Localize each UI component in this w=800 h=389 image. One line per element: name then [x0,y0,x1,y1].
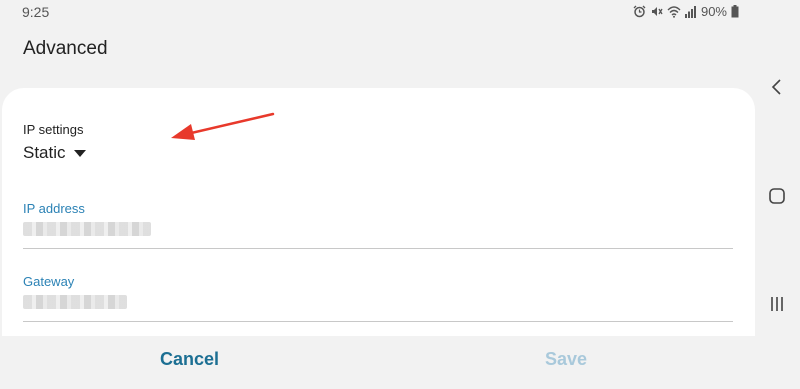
status-icons: 90% [633,4,739,19]
signal-icon [684,6,696,18]
ip-address-field[interactable]: IP address [23,201,733,249]
ip-address-redacted-value [23,222,151,236]
wifi-icon [667,6,681,18]
ip-address-label: IP address [23,201,85,216]
recents-icon[interactable] [768,295,786,313]
gateway-underline [23,321,733,322]
gateway-field[interactable]: Gateway [23,274,733,322]
ip-settings-dropdown[interactable]: Static [23,143,86,163]
ip-address-underline [23,248,733,249]
caret-down-icon [73,149,86,157]
advanced-settings-card: IP settings Static IP address Gateway [2,88,755,348]
alarm-icon [633,5,646,18]
gateway-label: Gateway [23,274,75,289]
ip-address-input[interactable] [23,222,183,240]
bottom-action-bar: Cancel Save [0,336,755,389]
battery-icon [731,5,739,18]
gateway-redacted-value [23,295,127,309]
status-bar: 9:25 90% [0,0,755,24]
save-button[interactable]: Save [545,349,587,370]
battery-percent: 90% [700,4,727,19]
annotation-arrow-icon [171,112,275,140]
back-icon[interactable] [769,78,785,96]
mute-icon [651,7,663,16]
home-icon[interactable] [768,187,786,205]
page-title: Advanced [23,38,108,59]
gateway-input[interactable] [23,295,183,313]
navigation-bar [755,0,800,389]
ip-settings-value: Static [23,143,66,162]
cancel-button[interactable]: Cancel [160,349,219,370]
ip-settings-label: IP settings [23,122,84,137]
status-time: 9:25 [22,4,50,20]
